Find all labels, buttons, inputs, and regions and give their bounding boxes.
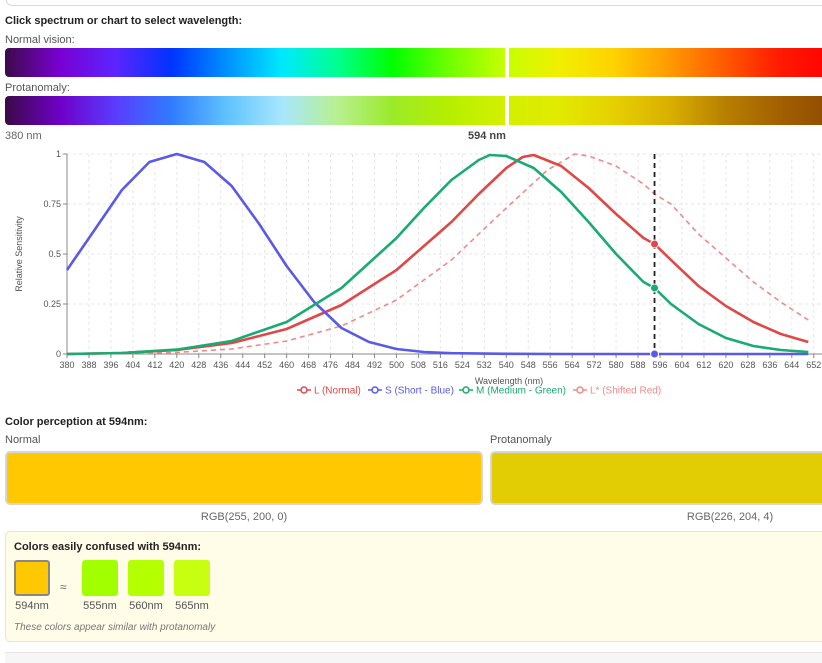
base-color-chip[interactable] [14, 560, 50, 596]
protanomaly-rgb-value: RGB(226, 204, 4) [686, 511, 774, 523]
confusion-panel: Colors easily confused with 594nm: 594nm… [5, 531, 822, 642]
legend-swatch-point [371, 386, 379, 394]
legend-swatch-point [462, 386, 470, 394]
x-tick-label: 652 [806, 360, 821, 370]
confused-color-label: 565nm [175, 600, 209, 612]
x-tick-label: 412 [147, 360, 162, 370]
x-tick-label: 452 [257, 360, 272, 370]
y-tick-label: 0.75 [43, 199, 61, 209]
x-tick-label: 588 [631, 360, 646, 370]
x-tick-label: 556 [543, 360, 558, 370]
x-tick-label: 468 [301, 360, 316, 370]
approx-symbol: ≈ [60, 580, 67, 594]
data-point-marker [650, 283, 660, 293]
y-tick-label: 0.5 [48, 249, 61, 259]
x-tick-label: 516 [433, 360, 448, 370]
legend-swatch-point [576, 386, 584, 394]
protanomaly-color-swatch [490, 451, 822, 505]
legend-entry: L (Normal) [314, 386, 361, 397]
confused-color-label: 555nm [83, 600, 117, 612]
legend-entry: M (Medium - Green) [476, 386, 566, 397]
data-point-marker [650, 239, 660, 249]
data-point-marker [650, 349, 660, 359]
x-tick-label: 492 [367, 360, 382, 370]
perception-heading: Color perception at 594nm: [5, 416, 148, 428]
x-tick-label: 628 [740, 360, 755, 370]
x-tick-label: 444 [235, 360, 250, 370]
x-tick-label: 500 [389, 360, 404, 370]
normal-color-swatch [5, 451, 483, 505]
selected-wavelength-label: 594 nm [468, 130, 506, 142]
x-axis-label: Wavelength (nm) [475, 376, 543, 386]
x-tick-label: 436 [213, 360, 228, 370]
x-tick-label: 420 [169, 360, 184, 370]
x-tick-label: 532 [477, 360, 492, 370]
selected-wavelength-marker[interactable] [505, 48, 510, 77]
base-color-label: 594nm [15, 600, 49, 612]
y-axis-label: Relative Sensitivity [14, 216, 24, 292]
normal-spectrum-bar[interactable] [5, 48, 822, 77]
x-tick-label: 484 [345, 360, 360, 370]
x-tick-label: 508 [411, 360, 426, 370]
x-tick-label: 540 [499, 360, 514, 370]
normal-column-label: Normal [5, 434, 41, 446]
y-tick-label: 0.25 [43, 299, 61, 309]
x-tick-label: 548 [521, 360, 536, 370]
next-panel-edge [5, 652, 822, 663]
confused-color-label: 560nm [129, 600, 163, 612]
confusion-title: Colors easily confused with 594nm: [14, 541, 202, 553]
y-tick-label: 1 [56, 149, 61, 159]
legend-entry: L* (Shifted Red) [590, 386, 661, 397]
x-tick-label: 572 [587, 360, 602, 370]
sensitivity-chart[interactable]: 380 388 396 404 412 420 428 436 444 452 460 468 476 4… [0, 146, 822, 408]
confused-color-chip[interactable] [128, 560, 164, 596]
x-tick-label: 612 [696, 360, 711, 370]
y-tick-label: 0 [56, 349, 61, 359]
normal-vision-label: Normal vision: [5, 34, 75, 46]
x-tick-label: 644 [784, 360, 799, 370]
x-tick-label: 524 [455, 360, 470, 370]
x-tick-label: 460 [279, 360, 294, 370]
x-tick-label: 564 [565, 360, 580, 370]
x-tick-label: 620 [718, 360, 733, 370]
legend-entry: S (Short - Blue) [385, 386, 454, 397]
x-tick-label: 404 [125, 360, 140, 370]
top-panel-frame [6, 0, 822, 6]
x-tick-label: 476 [323, 360, 338, 370]
selected-wavelength-marker[interactable] [505, 96, 510, 125]
protanomaly-spectrum-bar[interactable] [5, 96, 822, 125]
legend-swatch-point [300, 386, 308, 394]
x-tick-label: 596 [653, 360, 668, 370]
x-tick-label: 388 [81, 360, 96, 370]
normal-rgb-value: RGB(255, 200, 0) [200, 511, 288, 523]
confusion-note: These colors appear similar with protano… [14, 622, 216, 633]
x-tick-label: 396 [103, 360, 118, 370]
instruction-heading: Click spectrum or chart to select wavele… [5, 15, 243, 27]
range-start-label: 380 nm [5, 130, 42, 142]
x-tick-label: 428 [191, 360, 206, 370]
protanomaly-column-label: Protanomaly [490, 434, 552, 446]
x-tick-label: 604 [674, 360, 689, 370]
x-tick-label: 636 [762, 360, 777, 370]
x-tick-label: 580 [609, 360, 624, 370]
confused-color-chip[interactable] [174, 560, 210, 596]
protanomaly-label: Protanomaly: [5, 82, 70, 94]
x-tick-label: 380 [59, 360, 74, 370]
confused-color-chip[interactable] [82, 560, 118, 596]
